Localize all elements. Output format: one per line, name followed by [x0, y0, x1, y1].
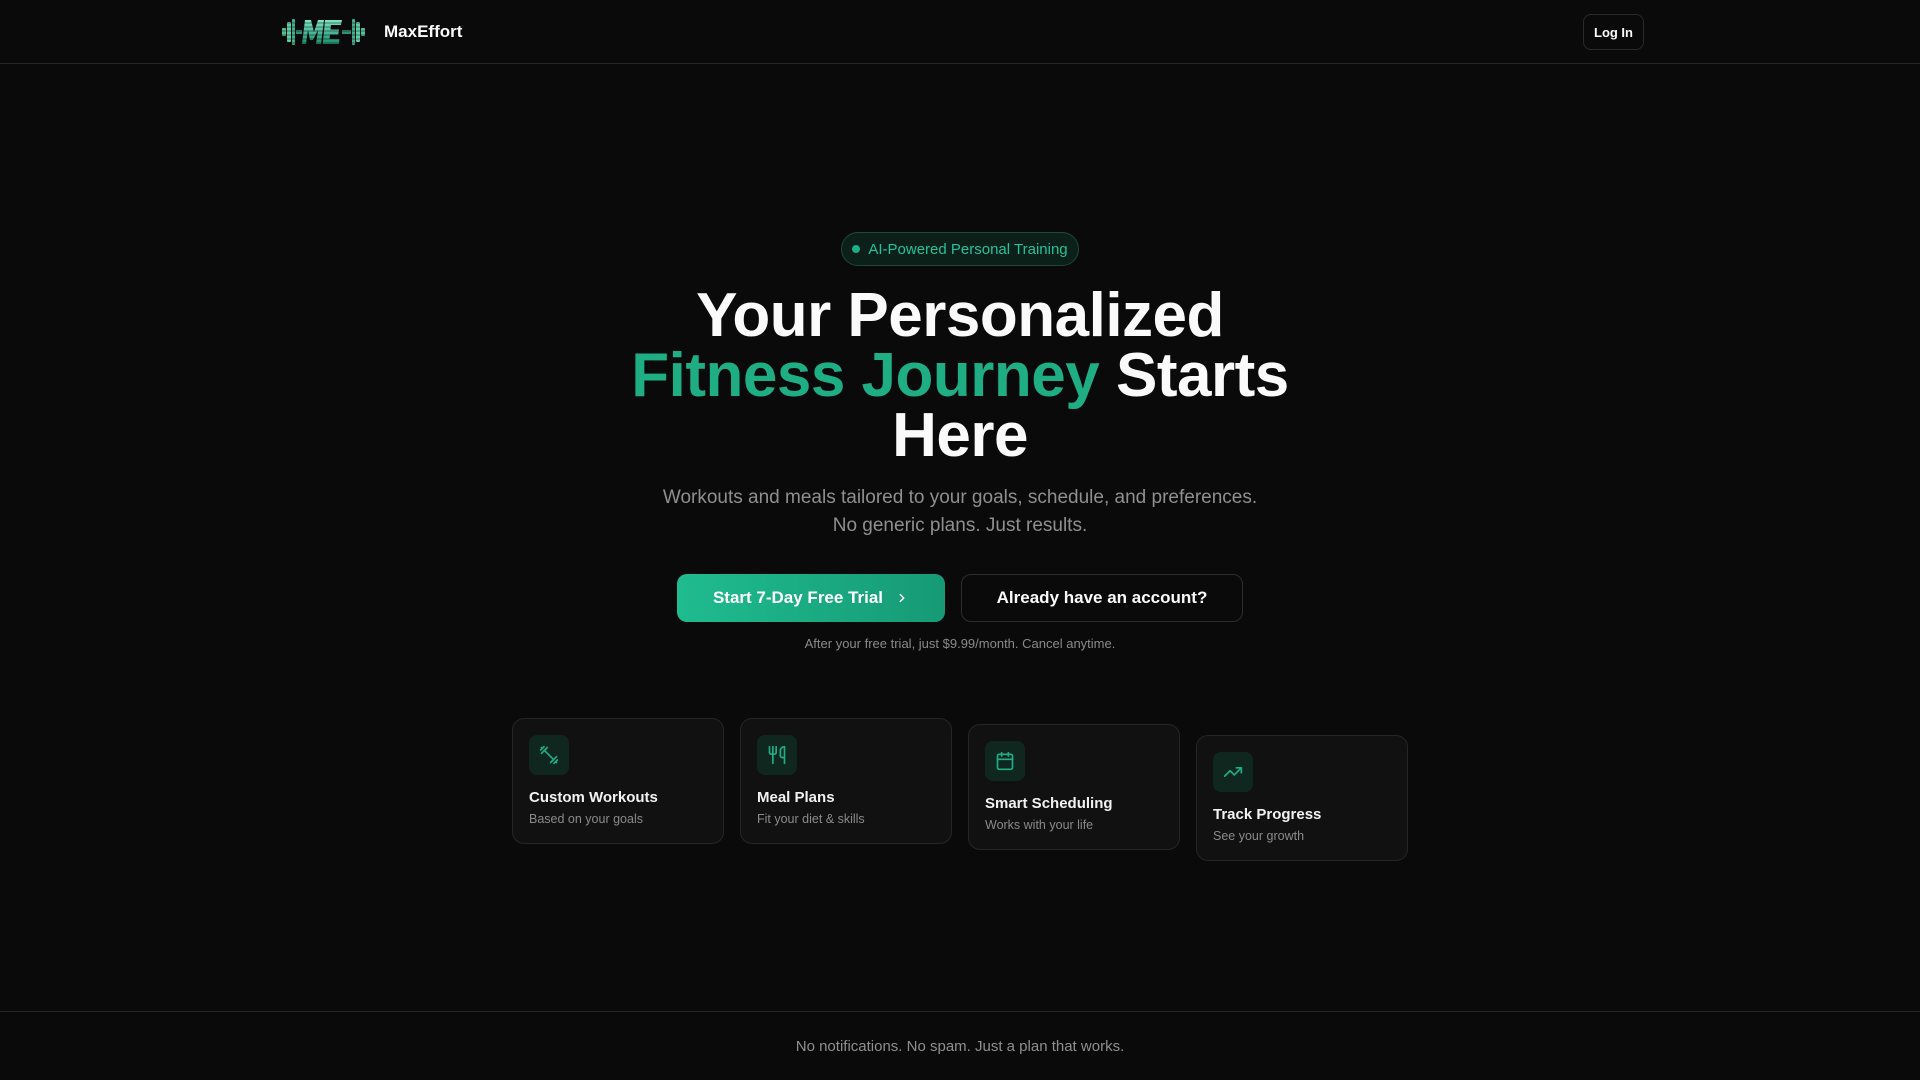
feature-card-custom-workouts: Custom Workouts Based on your goals	[512, 718, 724, 844]
ai-powered-badge: AI-Powered Personal Training	[841, 232, 1079, 266]
brand[interactable]: MaxEffort	[280, 14, 462, 50]
headline-rest: Starts	[1099, 341, 1289, 410]
log-in-button[interactable]: Log In	[1583, 14, 1644, 50]
feature-card-track-progress: Track Progress See your growth	[1196, 735, 1408, 861]
brand-name: MaxEffort	[384, 22, 463, 41]
trending-up-icon	[1213, 752, 1253, 792]
maxeffort-logo-icon	[280, 19, 370, 45]
trial-pricing-note: After your free trial, just $9.99/month.…	[804, 636, 1116, 651]
start-free-trial-label: Start 7-Day Free Trial	[712, 588, 884, 607]
feature-title: Smart Scheduling	[985, 795, 1113, 812]
footer-text: No notifications. No spam. Just a plan t…	[795, 1037, 1125, 1055]
hero-headline: Your Personalized Fitness Journey Starts…	[560, 285, 1360, 467]
utensils-icon	[757, 735, 797, 775]
feature-card-meal-plans: Meal Plans Fit your diet & skills	[740, 718, 952, 844]
feature-subtitle: Fit your diet & skills	[757, 812, 865, 826]
already-have-account-button[interactable]: Already have an account?	[961, 574, 1243, 622]
feature-subtitle: Works with your life	[985, 818, 1094, 832]
chevron-right-icon	[899, 593, 905, 603]
feature-card-smart-scheduling: Smart Scheduling Works with your life	[968, 724, 1180, 850]
feature-title: Track Progress	[1213, 806, 1322, 823]
hero-subtitle: Workouts and meals tailored to your goal…	[662, 487, 1258, 536]
footer: No notifications. No spam. Just a plan t…	[0, 1011, 1920, 1080]
badge-label: AI-Powered Personal Training	[868, 240, 1068, 258]
feature-subtitle: See your growth	[1213, 829, 1305, 843]
top-navbar: MaxEffort Log In	[0, 0, 1920, 64]
headline-accent: Fitness Journey	[631, 341, 1100, 410]
headline-line-3: Here	[892, 401, 1028, 470]
status-dot-icon	[852, 245, 861, 253]
feature-title: Custom Workouts	[529, 789, 658, 806]
dumbbell-icon	[529, 735, 569, 775]
feature-subtitle: Based on your goals	[529, 812, 643, 826]
start-free-trial-button[interactable]: Start 7-Day Free Trial	[677, 574, 945, 622]
headline-line-1: Your Personalized	[696, 281, 1224, 350]
calendar-icon	[985, 741, 1025, 781]
feature-title: Meal Plans	[757, 789, 835, 806]
